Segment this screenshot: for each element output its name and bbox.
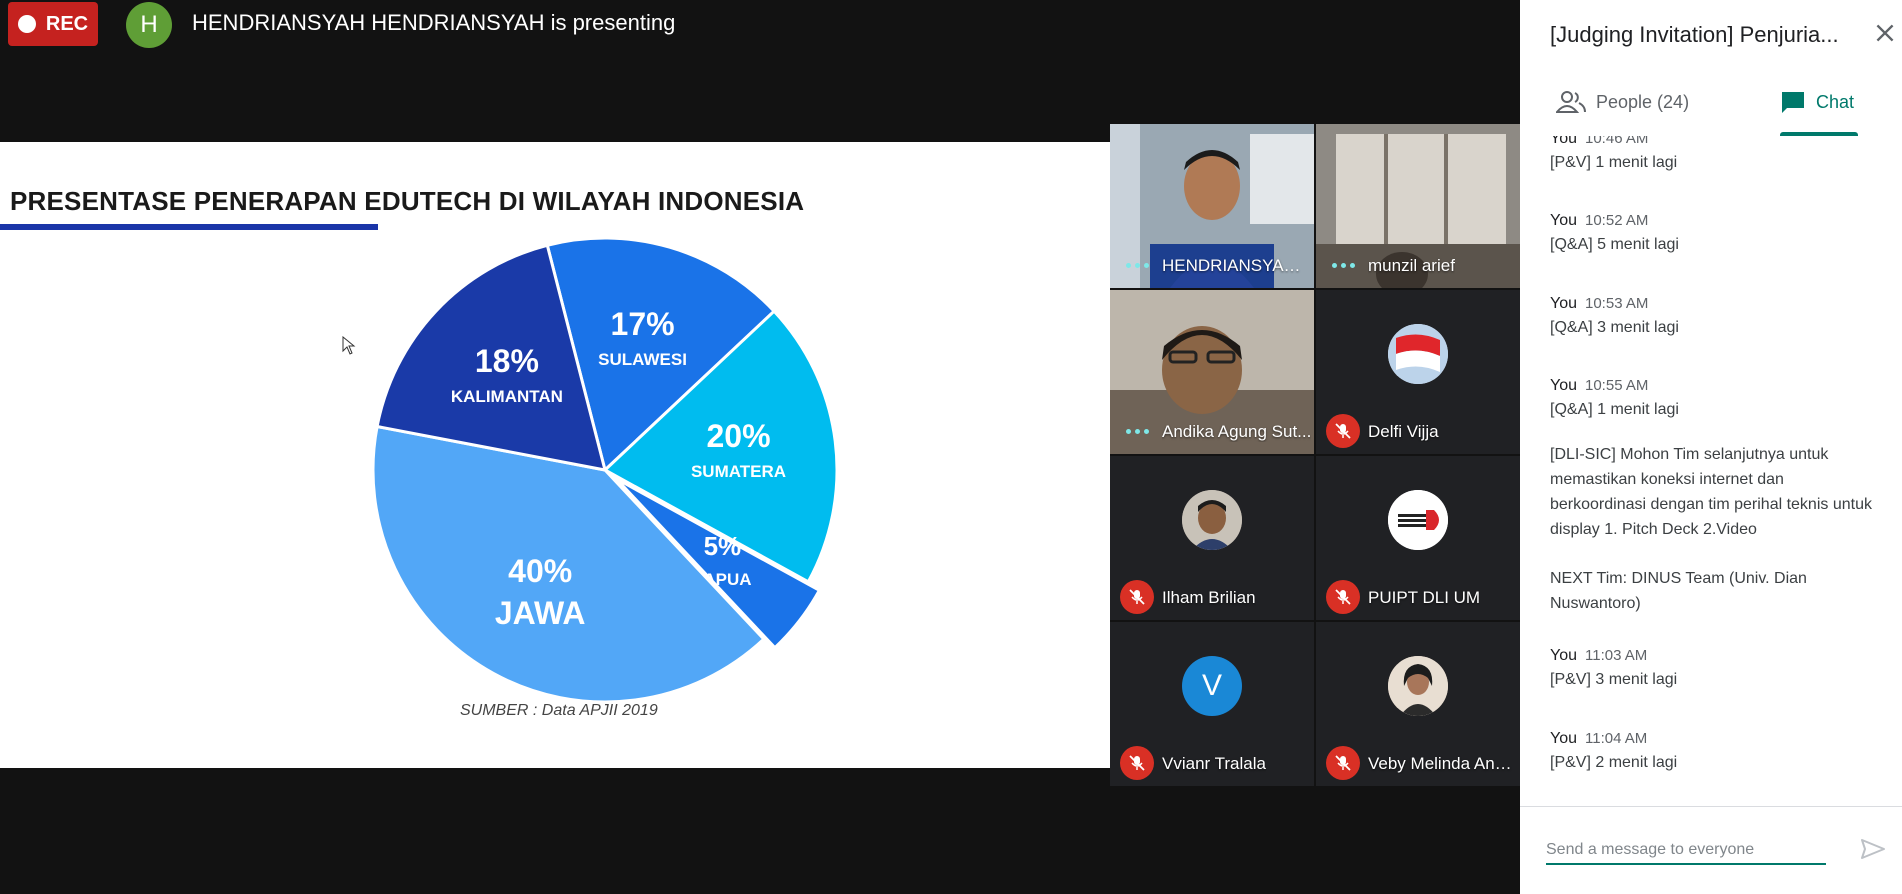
pie-value-label: 40% — [508, 553, 572, 589]
message-time: 11:04 AM — [1585, 730, 1648, 747]
mic-off-icon — [1326, 580, 1360, 614]
chat-message: You 11:03 AM [P&V] 3 menit lagi — [1550, 647, 1880, 692]
avatar — [1388, 324, 1448, 384]
avatar — [1388, 490, 1448, 550]
participant-tile[interactable]: HENDRIANSYAH ... — [1110, 124, 1314, 288]
pie-category-label: KALIMANTAN — [451, 387, 563, 406]
user-photo-icon — [1182, 490, 1242, 550]
mic-off-icon — [1120, 746, 1154, 780]
meeting-window: REC H HENDRIANSYAH HENDRIANSYAH is prese… — [0, 0, 1902, 894]
pie-category-label: SULAWESI — [598, 350, 687, 369]
message-text: [P&V] 1 menit lagi — [1550, 154, 1678, 171]
close-icon[interactable] — [1872, 20, 1898, 46]
participant-name: Veby Melinda Ann... — [1368, 754, 1518, 773]
message-sender: You — [1550, 647, 1577, 664]
pie-category-label: SUMATERA — [691, 462, 786, 481]
message-time: 10:52 AM — [1585, 212, 1649, 229]
participant-tile[interactable]: Veby Melinda Ann... — [1316, 622, 1520, 786]
chat-message: NEXT Tim: DINUS Team (Univ. Dian Nuswant… — [1550, 564, 1880, 616]
recording-badge: REC — [8, 2, 98, 46]
avatar — [1182, 490, 1242, 550]
pie-value-label: 18% — [475, 343, 539, 379]
mic-off-icon — [1326, 414, 1360, 448]
pie-value-label: 20% — [706, 418, 770, 454]
message-text: [Q&A] 5 menit lagi — [1550, 236, 1679, 253]
people-icon — [1556, 91, 1586, 113]
message-sender: You — [1550, 730, 1577, 747]
message-text: [Q&A] 3 menit lagi — [1550, 319, 1679, 336]
avatar — [1388, 656, 1448, 716]
chat-message: [DLI-SIC] Mohon Tim selanjutnya untuk me… — [1550, 440, 1880, 542]
send-icon[interactable] — [1860, 837, 1886, 861]
speaking-indicator-icon — [1126, 429, 1149, 434]
avatar: V — [1182, 656, 1242, 716]
message-text: NEXT Tim: DINUS Team (Univ. Dian Nuswant… — [1550, 570, 1807, 612]
shared-screen: PRESENTASE PENERAPAN EDUTECH DI WILAYAH … — [0, 142, 1110, 768]
participant-name: Delfi Vijja — [1368, 422, 1439, 441]
message-sender: You — [1550, 212, 1577, 229]
chat-messages[interactable]: You 10:46 AM [P&V] 1 menit lagi You 10:52 … — [1520, 136, 1902, 804]
pie-value-label: 17% — [611, 306, 675, 342]
participant-name: PUIPT DLI UM — [1368, 588, 1481, 607]
participant-tile[interactable]: Delfi Vijja — [1316, 290, 1520, 454]
presenting-status: HENDRIANSYAH HENDRIANSYAH is presenting — [192, 10, 676, 35]
speaking-indicator-icon — [1126, 263, 1149, 268]
chat-message: You 10:53 AM [Q&A] 3 menit lagi — [1550, 295, 1880, 340]
tab-chat[interactable]: Chat — [1780, 90, 1854, 114]
record-dot-icon — [17, 15, 36, 33]
message-time: 11:03 AM — [1585, 647, 1648, 664]
message-text: [P&V] 2 menit lagi — [1550, 754, 1678, 771]
side-panel: [Judging Invitation] Penjuria... People … — [1520, 0, 1902, 894]
chat-message: You 10:46 AM [P&V] 1 menit lagi — [1550, 136, 1880, 175]
tab-people[interactable]: People (24) — [1556, 90, 1689, 114]
chat-message: You 11:04 AM [P&V] 2 menit lagi — [1550, 730, 1880, 775]
participant-name: Vvianr Tralala — [1162, 754, 1266, 773]
participant-tile[interactable]: Ilham Brilian — [1110, 456, 1314, 620]
recording-label: REC — [45, 12, 89, 35]
message-sender: You — [1550, 377, 1577, 394]
presenter-avatar: H — [126, 2, 172, 48]
participant-tile[interactable]: Andika Agung Sut... — [1110, 290, 1314, 454]
message-time: 10:46 AM — [1585, 136, 1649, 147]
message-composer — [1520, 806, 1902, 894]
flag-icon — [1388, 324, 1448, 384]
mic-off-icon — [1326, 746, 1360, 780]
pie-chart: 17%SULAWESI20%SUMATERA5%PAPUA40%JAWA18%K… — [371, 236, 839, 704]
mic-off-icon — [1120, 580, 1154, 614]
chart-source: SUMBER : Data APJII 2019 — [460, 702, 658, 719]
pie-category-label: JAWA — [495, 595, 586, 631]
pie-value-label: 5% — [704, 531, 742, 561]
message-sender: You — [1550, 295, 1577, 312]
speaking-indicator-icon — [1332, 263, 1355, 268]
message-sender: You — [1550, 136, 1577, 147]
message-text: [Q&A] 1 menit lagi — [1550, 401, 1679, 418]
chat-icon — [1782, 92, 1804, 113]
participant-name: HENDRIANSYAH ... — [1162, 256, 1312, 275]
participant-tile[interactable]: munzil arief — [1316, 124, 1520, 288]
tab-chat-label: Chat — [1816, 91, 1855, 112]
chat-input[interactable] — [1546, 837, 1826, 865]
chat-message: You 10:52 AM [Q&A] 5 menit lagi — [1550, 212, 1880, 257]
meeting-title: [Judging Invitation] Penjuria... — [1550, 22, 1839, 47]
participant-tile[interactable]: PUIPT DLI UM — [1316, 456, 1520, 620]
user-photo-icon — [1388, 656, 1448, 716]
tab-people-label: People (24) — [1596, 91, 1690, 112]
message-time: 10:55 AM — [1585, 377, 1649, 394]
participant-name: Andika Agung Sut... — [1162, 422, 1312, 441]
chat-message: You 10:55 AM [Q&A] 1 menit lagi — [1550, 377, 1880, 422]
organization-logo-icon — [1388, 490, 1448, 550]
participant-name: Ilham Brilian — [1162, 588, 1256, 607]
message-text: [P&V] 3 menit lagi — [1550, 671, 1678, 688]
message-time: 10:53 AM — [1585, 295, 1649, 312]
participant-name: munzil arief — [1368, 256, 1455, 275]
participant-tile[interactable]: V Vvianr Tralala — [1110, 622, 1314, 786]
message-text: [DLI-SIC] Mohon Tim selanjutnya untuk me… — [1550, 446, 1872, 538]
mouse-cursor-icon — [342, 336, 356, 355]
